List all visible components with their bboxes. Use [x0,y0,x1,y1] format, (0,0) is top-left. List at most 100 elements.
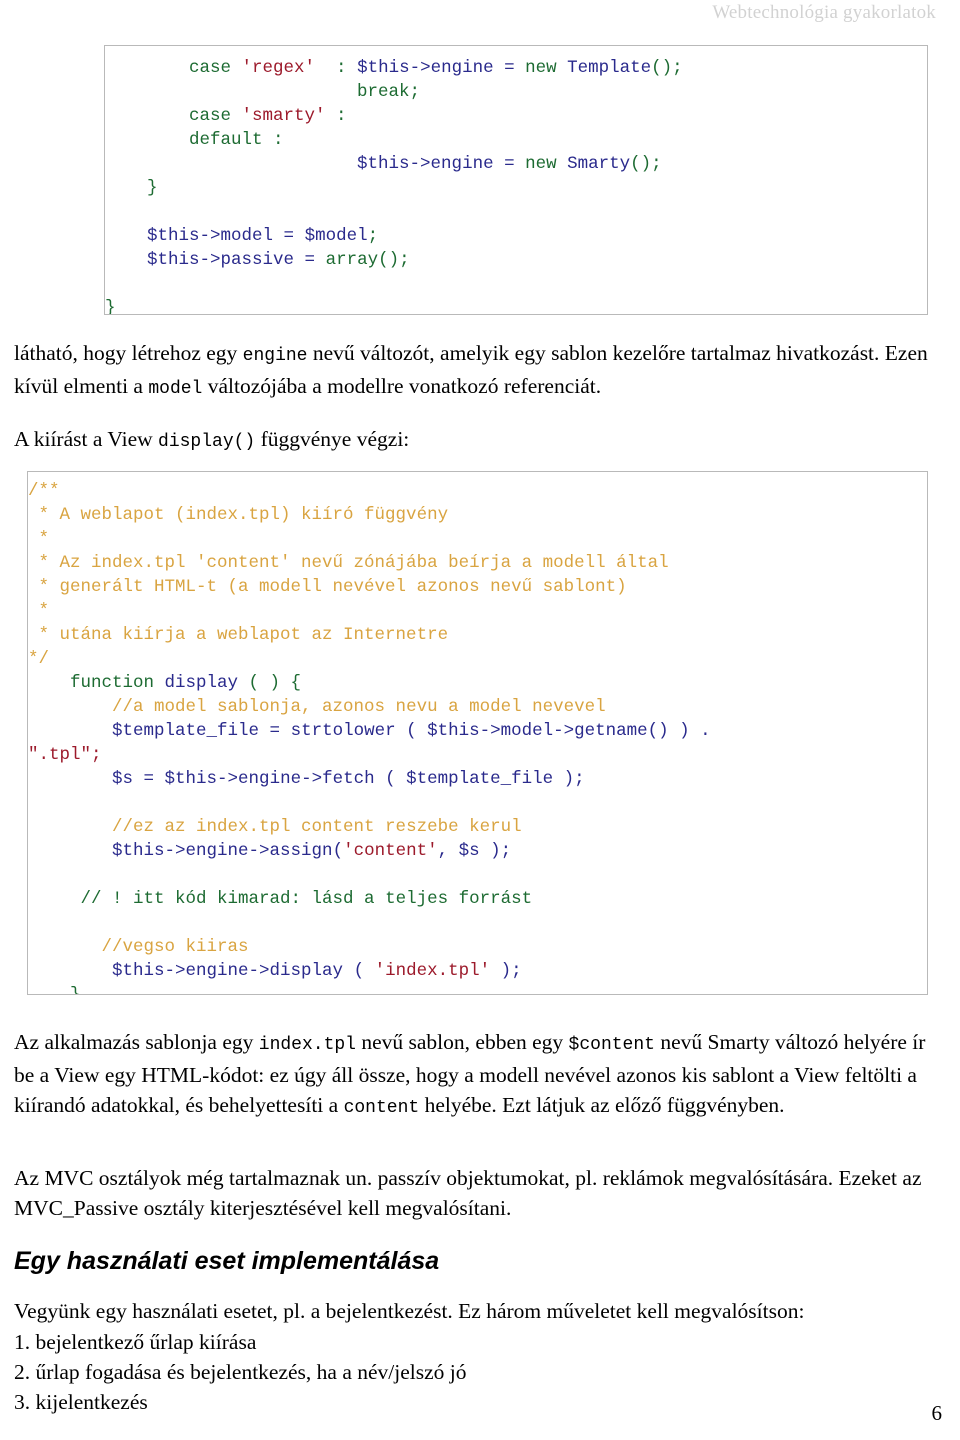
paragraph-use-case-intro: Vegyünk egy használati esetet, pl. a bej… [14,1296,946,1326]
code-line: * utána kiírja a weblapot az Internetre [28,623,927,647]
code-line: $template_file = strtolower ( $this->mod… [28,719,927,743]
code-line: case 'regex' : $this->engine = new Templ… [105,56,927,80]
code-token: * generált HTML-t (a modell nevével azon… [28,577,627,597]
paragraph-text-run: A kiírást a View [14,427,159,451]
code-token: $template_file [406,769,554,789]
code-token: $this->engine->assign [112,841,333,861]
code-token: } [28,985,81,995]
inline-code: display() [158,432,256,452]
code-line: //ez az index.tpl content reszebe kerul [28,815,927,839]
code-line: $this->engine->assign('content', $s ); [28,839,927,863]
list-item: 1. bejelentkező űrlap kiírása [14,1330,257,1354]
code-line: */ [28,647,927,671]
code-token: (); [651,58,683,78]
code-token: function [70,673,165,693]
code-token: = [294,250,326,270]
code-token: new [525,58,568,78]
code-block-constructor: case 'regex' : $this->engine = new Templ… [104,45,928,315]
code-token: $template_file [112,721,260,741]
code-token: (); [630,154,662,174]
code-token: /** [28,481,60,501]
code-token: * [28,601,50,621]
code-token: $this->engine->fetch [164,769,375,789]
code-token: default : [189,130,284,150]
code-token: //ez az index.tpl content reszebe kerul [112,817,522,837]
code-token: ); [553,769,585,789]
code-token: Smarty [567,154,631,174]
code-token: Template [567,58,652,78]
code-token: $this->engine [357,58,494,78]
code-line: * Az index.tpl 'content' nevű zónájába b… [28,551,927,575]
code-token: ( [332,841,344,861]
code-token: } [105,178,158,198]
paragraph-text-run: nevű sablon, ebben egy [355,1030,569,1054]
code-token: //vegso kiiras [101,937,249,957]
code-token: ( [374,769,407,789]
code-token: $this->model [147,226,274,246]
paragraph-text-run: Vegyünk egy használati esetet, pl. a bej… [14,1299,805,1323]
inline-code: engine [242,346,308,366]
paragraph-text-run: Az MVC osztályok még tartalmaznak un. pa… [14,1166,922,1220]
code-token: ; [367,226,379,246]
code-line: } [105,296,927,315]
paragraph-text-run: függvénye végzi: [255,427,410,451]
code-token: ); [490,961,522,981]
code-token: $this->engine->display [112,961,344,981]
code-token: = [259,721,291,741]
code-token: case [189,106,242,126]
code-token: * utána kiírja a weblapot az Internetre [28,625,449,645]
code-token: () ) . [647,721,711,741]
code-token: * Az index.tpl 'content' nevű zónájába b… [28,553,669,573]
code-token: } [105,298,116,315]
code-token: */ [28,649,50,669]
code-token: ( ) { [238,673,302,693]
paragraph-display-intro: A kiírást a View display() függvénye vég… [14,424,946,457]
code-line: case 'smarty' : [105,104,927,128]
section-heading-use-case: Egy használati eset implementálása [14,1247,440,1275]
code-token: * [28,529,50,549]
list-item: 3. kijelentkezés [14,1390,148,1414]
code-token: : [325,106,347,126]
code-line: // ! itt kód kimarad: lásd a teljes forr… [28,887,927,911]
running-header: Webtechnológia gyakorlatok [712,2,936,23]
code-block-display-function: /** * A weblapot (index.tpl) kiíró függv… [27,471,928,995]
code-line: $this->engine = new Smarty(); [105,152,927,176]
paragraph-engine-description: látható, hogy létrehoz egy engine nevű v… [14,338,946,404]
code-line: * A weblapot (index.tpl) kiíró függvény [28,503,927,527]
code-token: new [525,154,568,174]
code-line: function display ( ) { [28,671,927,695]
code-line: * [28,527,927,551]
code-token: ".tpl"; [28,745,102,765]
code-token: array [325,250,379,270]
code-token: , [437,841,459,861]
code-token: : [315,58,358,78]
code-line: $this->engine->display ( 'index.tpl' ); [28,959,927,983]
paragraph-template-description: Az alkalmazás sablonja egy index.tpl nev… [14,1027,946,1123]
code-token: //a model sablonja, azonos nevu a model … [112,697,606,717]
code-token: ( [343,961,375,981]
code-token: display [164,673,239,693]
code-token: = [493,154,526,174]
paragraph-text-run: Az alkalmazás sablonja egy [14,1030,259,1054]
code-line: //a model sablonja, azonos nevu a model … [28,695,927,719]
code-token: * A weblapot (index.tpl) kiíró függvény [28,505,449,525]
paragraph-text-run: változójába a modellre vonatkozó referen… [202,374,602,398]
page-number: 6 [931,1401,943,1425]
code-line: $this->model = $model; [105,224,927,248]
paragraph-text-run: látható, hogy létrehoz egy [14,341,243,365]
paragraph-text-run: helyébe. Ezt látjuk az előző függvényben… [419,1093,785,1117]
code-token: = [493,58,526,78]
code-line: } [28,983,927,995]
code-token: $s [458,841,480,861]
